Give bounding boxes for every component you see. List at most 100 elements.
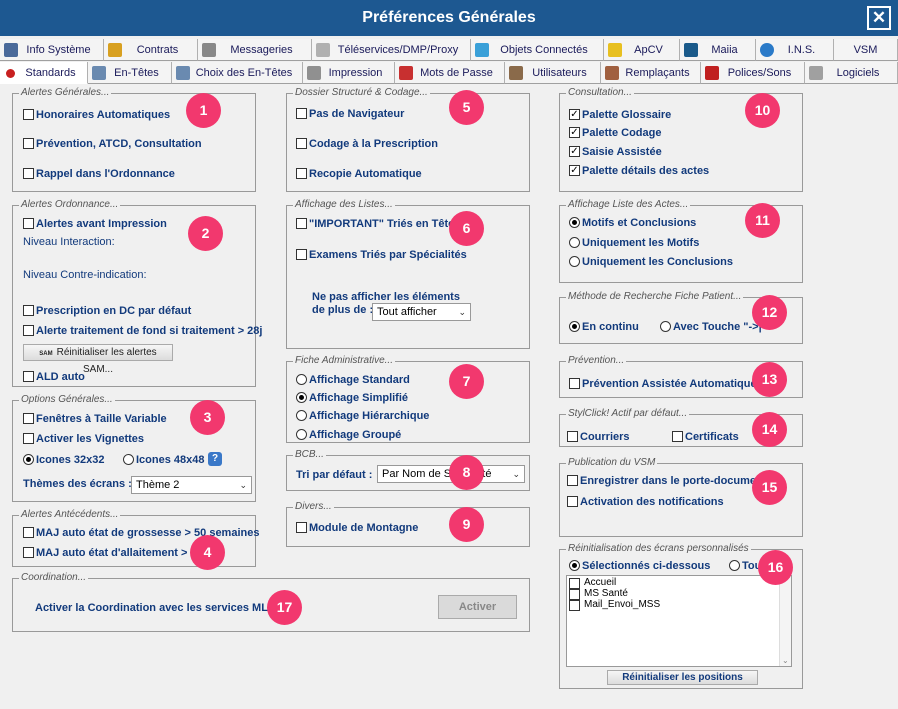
- help-icon[interactable]: ?: [208, 452, 222, 466]
- details-actes-checkbox[interactable]: ✓: [569, 165, 580, 176]
- fenetres-checkbox[interactable]: [23, 413, 34, 424]
- montagne-checkbox[interactable]: [296, 522, 307, 533]
- tab-choix-en-tetes[interactable]: Choix des En-Têtes: [172, 62, 303, 84]
- badge-10: 10: [745, 93, 780, 128]
- tab-mots-de-passe[interactable]: Mots de Passe: [395, 62, 505, 84]
- tab-contrats[interactable]: Contrats: [104, 39, 198, 61]
- reinit-positions-button[interactable]: Réinitialiser les positions: [607, 670, 758, 685]
- close-button[interactable]: ✕: [867, 6, 891, 30]
- tab-remplacants[interactable]: Remplaçants: [601, 62, 701, 84]
- tab-en-tetes[interactable]: En-Têtes: [88, 62, 172, 84]
- badge-1: 1: [186, 93, 221, 128]
- saisie-checkbox[interactable]: ✓: [569, 146, 580, 157]
- groupe-radio[interactable]: [296, 429, 307, 440]
- hierarchique-radio[interactable]: [296, 410, 307, 421]
- ecrans-list[interactable]: Accueil MS Santé Mail_Envoi_MSS ⌄: [566, 575, 792, 667]
- navigateur-checkbox[interactable]: [296, 108, 307, 119]
- important-checkbox[interactable]: [296, 218, 307, 229]
- periode-select[interactable]: Tout afficher ⌄: [372, 303, 471, 321]
- reinit-sam-button[interactable]: SAM Réinitialiser les alertes SAM...: [23, 344, 173, 375]
- allaitement-checkbox[interactable]: [23, 547, 34, 558]
- examens-checkbox[interactable]: [296, 249, 307, 260]
- group-affichage-listes: Affichage des Listes... "IMPORTANT" Trié…: [286, 199, 530, 349]
- conclusions-radio[interactable]: [569, 256, 580, 267]
- grossesse-checkbox[interactable]: [23, 527, 34, 538]
- certificats-checkbox[interactable]: [672, 431, 683, 442]
- tab-row-1: Info Système Contrats Messageries Télése…: [0, 39, 898, 61]
- tab-info-systeme[interactable]: Info Système: [0, 39, 104, 61]
- simplifie-radio[interactable]: [296, 392, 307, 403]
- group-title: Prévention...: [566, 355, 627, 367]
- tab-ins[interactable]: I.N.S.: [756, 39, 834, 61]
- niveau-ci-label: Niveau Contre-indication:: [23, 269, 147, 281]
- tab-impression[interactable]: Impression: [303, 62, 395, 84]
- list-scrollbar[interactable]: ⌄: [779, 576, 791, 666]
- tab-vsm[interactable]: VSM: [834, 39, 898, 61]
- badge-9: 9: [449, 507, 484, 542]
- prevention-assistee-label: Prévention Assistée Automatique: [582, 378, 757, 390]
- selectionnes-radio[interactable]: [569, 560, 580, 571]
- group-title: Alertes Antécédents...: [19, 509, 121, 521]
- traitement-fond-checkbox[interactable]: [23, 325, 34, 336]
- enregistrer-checkbox[interactable]: [567, 475, 578, 486]
- tab-maiia[interactable]: Maiia: [680, 39, 756, 61]
- standard-radio[interactable]: [296, 374, 307, 385]
- rappel-checkbox[interactable]: [23, 168, 34, 179]
- tab-apcv[interactable]: ApCV: [604, 39, 680, 61]
- prescription-dc-checkbox[interactable]: [23, 305, 34, 316]
- recopie-checkbox[interactable]: [296, 168, 307, 179]
- tab-standards[interactable]: Standards: [0, 62, 88, 84]
- motifs-conclusions-radio[interactable]: [569, 217, 580, 228]
- badge-12: 12: [752, 295, 787, 330]
- group-fiche-administrative: Fiche Administrative... Affichage Standa…: [286, 355, 530, 443]
- list-item-checkbox[interactable]: [569, 600, 580, 611]
- badge-5: 5: [449, 90, 484, 125]
- tab-messageries[interactable]: Messageries: [198, 39, 312, 61]
- glossaire-checkbox[interactable]: ✓: [569, 109, 580, 120]
- touche-radio[interactable]: [660, 321, 671, 332]
- vignettes-checkbox[interactable]: [23, 433, 34, 444]
- tab-polices-sons[interactable]: Polices/Sons: [701, 62, 805, 84]
- honoraires-checkbox[interactable]: [23, 109, 34, 120]
- glossaire-label: Palette Glossaire: [582, 109, 672, 121]
- icones48-radio[interactable]: [123, 454, 134, 465]
- motifs-conclusions-label: Motifs et Conclusions: [582, 217, 697, 229]
- codage-checkbox[interactable]: ✓: [569, 127, 580, 138]
- codage-prescription-label: Codage à la Prescription: [309, 138, 438, 150]
- icones32-radio[interactable]: [23, 454, 34, 465]
- tous-radio[interactable]: [729, 560, 740, 571]
- details-actes-label: Palette détails des actes: [582, 165, 710, 177]
- tab-utilisateurs[interactable]: Utilisateurs: [505, 62, 601, 84]
- tab-teleservices[interactable]: Téléservices/DMP/Proxy: [312, 39, 471, 61]
- motifs-radio[interactable]: [569, 237, 580, 248]
- saisie-label: Saisie Assistée: [582, 146, 662, 158]
- rappel-label: Rappel dans l'Ordonnance: [36, 168, 175, 180]
- enregistrer-label: Enregistrer dans le porte-document: [580, 475, 767, 487]
- ne-pas-afficher-label: Ne pas afficher les éléments: [312, 291, 460, 303]
- ald-checkbox[interactable]: [23, 371, 34, 382]
- list-item: Mail_Envoi_MSS: [584, 599, 661, 610]
- codage-prescription-checkbox[interactable]: [296, 138, 307, 149]
- badge-2: 2: [188, 216, 223, 251]
- selectionnes-label: Sélectionnés ci-dessous: [582, 560, 711, 572]
- icones48-label: Icones 48x48: [136, 454, 205, 466]
- prevention-assistee-checkbox[interactable]: [569, 378, 580, 389]
- activer-button[interactable]: Activer: [438, 595, 517, 619]
- avant-impression-checkbox[interactable]: [23, 218, 34, 229]
- icones32-label: Icones 32x32: [36, 454, 105, 466]
- notifications-checkbox[interactable]: [567, 496, 578, 507]
- list-item-checkbox[interactable]: [569, 589, 580, 600]
- group-divers: Divers... Module de Montagne: [286, 501, 530, 547]
- courriers-checkbox[interactable]: [567, 431, 578, 442]
- notifications-label: Activation des notifications: [580, 496, 724, 508]
- theme-select[interactable]: Thème 2 ⌄: [131, 476, 252, 494]
- honoraires-label: Honoraires Automatiques: [36, 109, 171, 121]
- continu-radio[interactable]: [569, 321, 580, 332]
- group-dossier-structure: Dossier Structuré & Codage... Pas de Nav…: [286, 87, 530, 192]
- tab-logiciels[interactable]: Logiciels: [805, 62, 898, 84]
- prevention-checkbox[interactable]: [23, 138, 34, 149]
- tab-objets-connectes[interactable]: Objets Connectés: [471, 39, 604, 61]
- chevron-down-icon: ⌄: [512, 469, 520, 479]
- list-item-checkbox[interactable]: [569, 578, 580, 589]
- group-title: Dossier Structuré & Codage...: [293, 87, 430, 99]
